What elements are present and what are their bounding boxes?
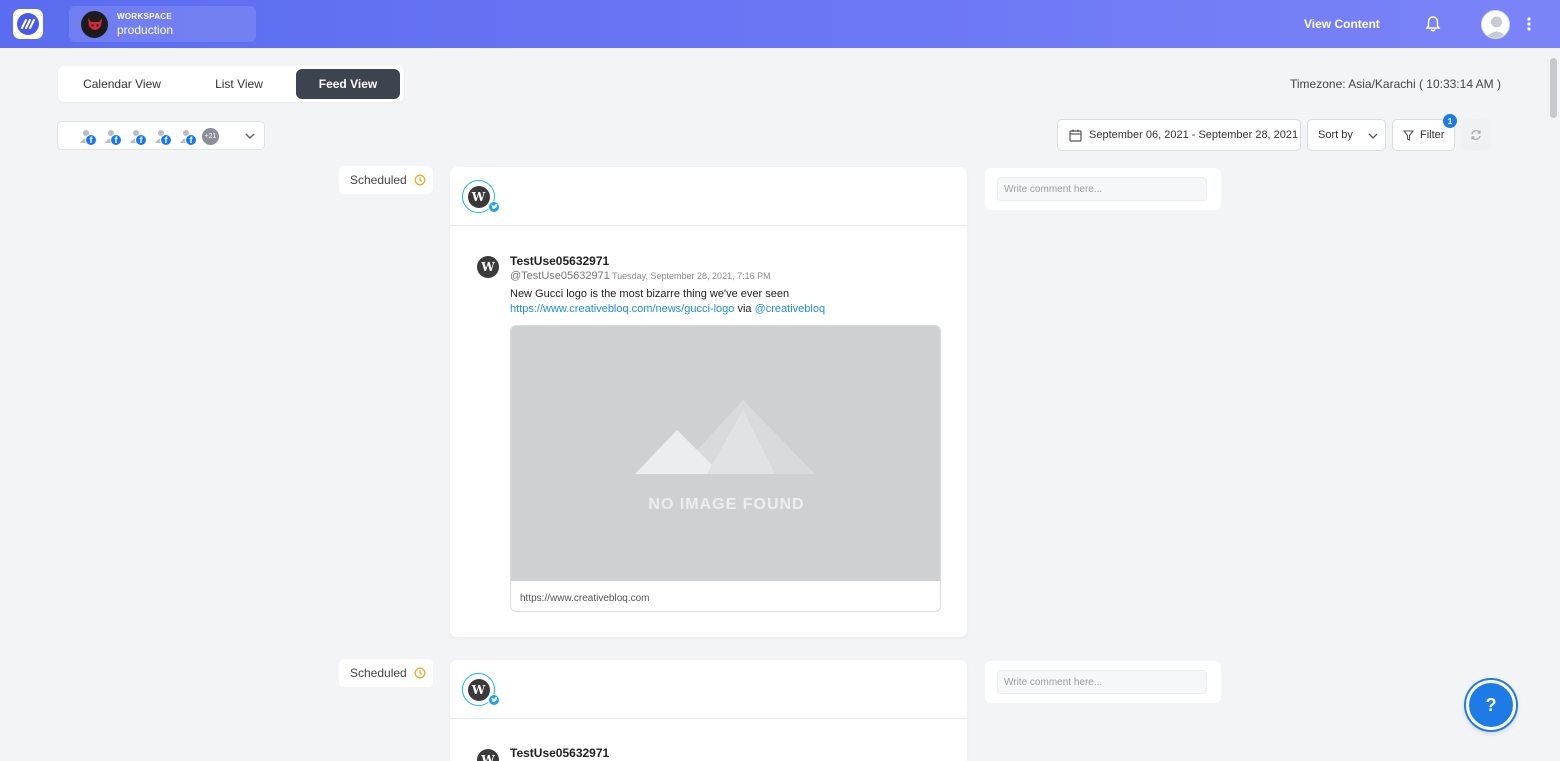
scrollbar-thumb[interactable]	[1550, 58, 1557, 118]
sort-by-label: Sort by	[1318, 129, 1353, 141]
link-preview-card[interactable]: NO IMAGE FOUND https://www.creativebloq.…	[510, 325, 941, 612]
wordpress-icon: W	[467, 185, 490, 208]
tweet-avatar-icon: W	[477, 749, 499, 761]
tweet-date: Tuesday, September 28, 2021, 7:16 PM	[612, 271, 771, 281]
filter-label: Filter	[1420, 129, 1445, 141]
account-avatar: f	[130, 129, 148, 147]
more-accounts-badge: +21	[202, 128, 219, 145]
post-header: W	[450, 167, 967, 226]
date-range-value: September 06, 2021 - September 28, 2021	[1089, 129, 1299, 141]
tweet-text: New Gucci logo is the most bizarre thing…	[510, 288, 790, 300]
link-preview-url: https://www.creativebloq.com	[520, 593, 650, 604]
workspace-avatar-icon	[81, 11, 108, 38]
account-avatar: f	[155, 129, 173, 147]
chevron-down-icon	[1368, 133, 1378, 139]
facebook-icon: f	[85, 134, 97, 146]
workspace-switcher[interactable]: WORKSPACE production	[69, 6, 256, 42]
twitter-icon	[488, 694, 500, 706]
wordpress-icon: W	[467, 678, 490, 701]
tweet-links: https://www.creativebloq.com/news/gucci-…	[510, 303, 825, 315]
tab-calendar-view[interactable]: Calendar View	[62, 69, 182, 99]
tweet-author-name: TestUse05632971	[510, 746, 610, 760]
help-button[interactable]: ?	[1466, 680, 1516, 730]
account-avatar: f	[80, 129, 98, 147]
timezone-label: Timezone: Asia/Karachi ( 10:33:14 AM )	[1290, 77, 1501, 91]
tweet-author-name: TestUse05632971	[510, 254, 610, 268]
refresh-icon	[1471, 130, 1481, 140]
clock-icon	[414, 174, 426, 186]
workspace-name: production	[117, 23, 174, 37]
account-avatar: W	[462, 180, 500, 213]
facebook-icon: f	[160, 134, 172, 146]
post-header: W	[450, 660, 967, 719]
status-badge: Scheduled	[339, 659, 433, 687]
comment-box	[985, 168, 1221, 210]
app-logo-icon	[17, 13, 39, 35]
facebook-icon: f	[135, 134, 147, 146]
status-label: Scheduled	[350, 666, 407, 680]
tab-list-view[interactable]: List View	[182, 69, 296, 99]
tweet-link[interactable]: https://www.creativebloq.com/news/gucci-…	[510, 303, 734, 315]
tweet-author-handle: @TestUse05632971	[510, 270, 610, 282]
tweet-via: via	[737, 303, 752, 315]
facebook-icon: f	[185, 134, 197, 146]
facebook-icon: f	[110, 134, 122, 146]
post-card[interactable]: W W TestUse05632971	[450, 660, 967, 761]
status-badge: Scheduled	[339, 166, 433, 194]
bell-icon[interactable]	[1424, 15, 1442, 33]
more-options-icon[interactable]	[1524, 14, 1534, 34]
comment-input[interactable]	[997, 670, 1207, 694]
filter-icon	[1403, 130, 1414, 141]
status-label: Scheduled	[350, 173, 407, 187]
date-range-picker[interactable]: September 06, 2021 - September 28, 2021	[1057, 119, 1301, 151]
image-placeholder-icon	[635, 400, 815, 474]
account-avatar: W	[462, 673, 500, 706]
filter-count-badge: 1	[1443, 114, 1457, 128]
refresh-button[interactable]	[1461, 119, 1491, 151]
clock-icon	[414, 667, 426, 679]
comment-input[interactable]	[997, 177, 1207, 201]
post-card[interactable]: W W TestUse05632971 @TestUse05632971 Tue…	[450, 167, 967, 637]
account-selector[interactable]: f f f f f +21	[57, 121, 265, 150]
view-tabs: Calendar View List View Feed View	[58, 66, 404, 102]
tab-feed-view[interactable]: Feed View	[296, 69, 400, 99]
no-image-label: NO IMAGE FOUND	[648, 496, 805, 513]
user-avatar[interactable]	[1481, 10, 1510, 39]
image-placeholder: NO IMAGE FOUND	[511, 326, 940, 581]
app-logo[interactable]	[13, 9, 43, 39]
account-avatar: f	[180, 129, 198, 147]
tweet-mention[interactable]: @creativebloq	[755, 303, 825, 315]
calendar-icon	[1069, 129, 1082, 142]
account-avatar: f	[105, 129, 123, 147]
scrollbar[interactable]	[1548, 48, 1560, 761]
top-bar: WORKSPACE production View Content	[0, 0, 1560, 48]
tweet-avatar-icon: W	[477, 256, 499, 278]
sort-by-dropdown[interactable]: Sort by	[1307, 119, 1386, 151]
chevron-down-icon[interactable]	[244, 130, 256, 142]
view-content-link[interactable]: View Content	[1304, 17, 1380, 31]
comment-box	[985, 661, 1221, 703]
workspace-label: WORKSPACE	[117, 12, 172, 21]
twitter-icon	[488, 201, 500, 213]
user-icon	[1486, 16, 1507, 38]
